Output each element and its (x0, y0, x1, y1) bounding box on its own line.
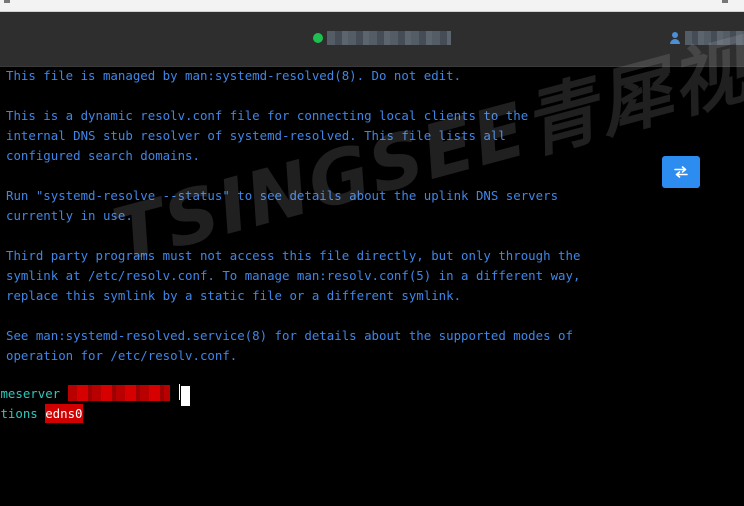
host-label-redacted (327, 31, 451, 45)
nameserver-ip-redacted (67, 385, 170, 401)
options-value: edns0 (45, 404, 83, 423)
window-edge-mark (4, 0, 10, 3)
status-dot-icon (313, 33, 323, 43)
terminal-line: configured search domains. (6, 148, 200, 163)
swap-button[interactable] (662, 156, 700, 188)
options-keyword: ptions (0, 406, 38, 421)
terminal-line: replace this symlink by a static file or… (6, 288, 462, 303)
connection-status (313, 30, 451, 46)
terminal-line: Third party programs must not access thi… (6, 248, 581, 263)
terminal-output[interactable]: This file is managed by man:systemd-reso… (0, 66, 744, 506)
terminal-line: This is a dynamic resolv.conf file for c… (6, 108, 529, 123)
terminal-cursor (181, 386, 190, 406)
terminal-line: internal DNS stub resolver of systemd-re… (6, 128, 506, 143)
terminal-line: This file is managed by man:systemd-reso… (6, 68, 462, 83)
user-info[interactable] (670, 30, 744, 46)
terminal-line: currently in use. (6, 208, 133, 223)
user-icon (670, 32, 680, 44)
options-line: ptions edns0 (0, 404, 83, 424)
window-top-strip (0, 0, 744, 12)
terminal-line: See man:systemd-resolved.service(8) for … (6, 328, 573, 343)
nameserver-keyword: ameserver (0, 386, 68, 401)
terminal-line: symlink at /etc/resolv.conf. To manage m… (6, 268, 581, 283)
window-edge-mark (722, 0, 728, 3)
text-cursor-bar (179, 384, 180, 400)
nameserver-line: ameserver (0, 384, 170, 404)
terminal-line: Run "systemd-resolve --status" to see de… (6, 188, 559, 203)
terminal-line: operation for /etc/resolv.conf. (6, 348, 238, 363)
swap-arrows-icon (674, 166, 688, 178)
user-label-redacted (685, 31, 744, 45)
session-header (0, 12, 744, 67)
